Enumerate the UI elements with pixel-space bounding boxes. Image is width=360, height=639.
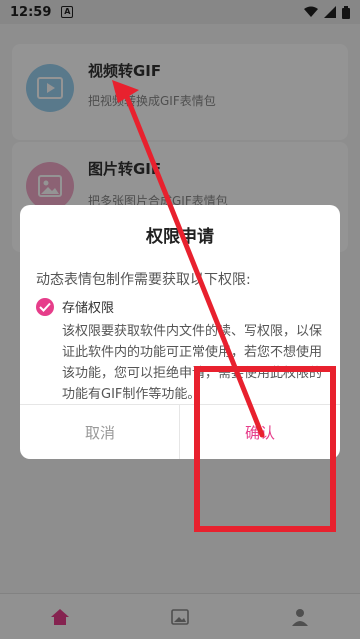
check-icon (36, 297, 54, 316)
cancel-button[interactable]: 取消 (20, 405, 180, 459)
permission-description: 该权限要获取软件内文件的读、写权限，以保证此软件内的功能可正常使用，若您不想使用… (62, 324, 323, 402)
permission-name: 存储权限 (62, 301, 115, 316)
dialog-description: 动态表情包制作需要获取以下权限: (36, 272, 251, 288)
permission-row: 存储权限 (36, 297, 114, 316)
confirm-button[interactable]: 确认 (180, 405, 340, 459)
dialog-title: 权限申请 (146, 227, 214, 247)
permission-dialog: 权限申请 动态表情包制作需要获取以下权限: 存储权限 该权限要获取软件内文件的读… (20, 205, 340, 459)
